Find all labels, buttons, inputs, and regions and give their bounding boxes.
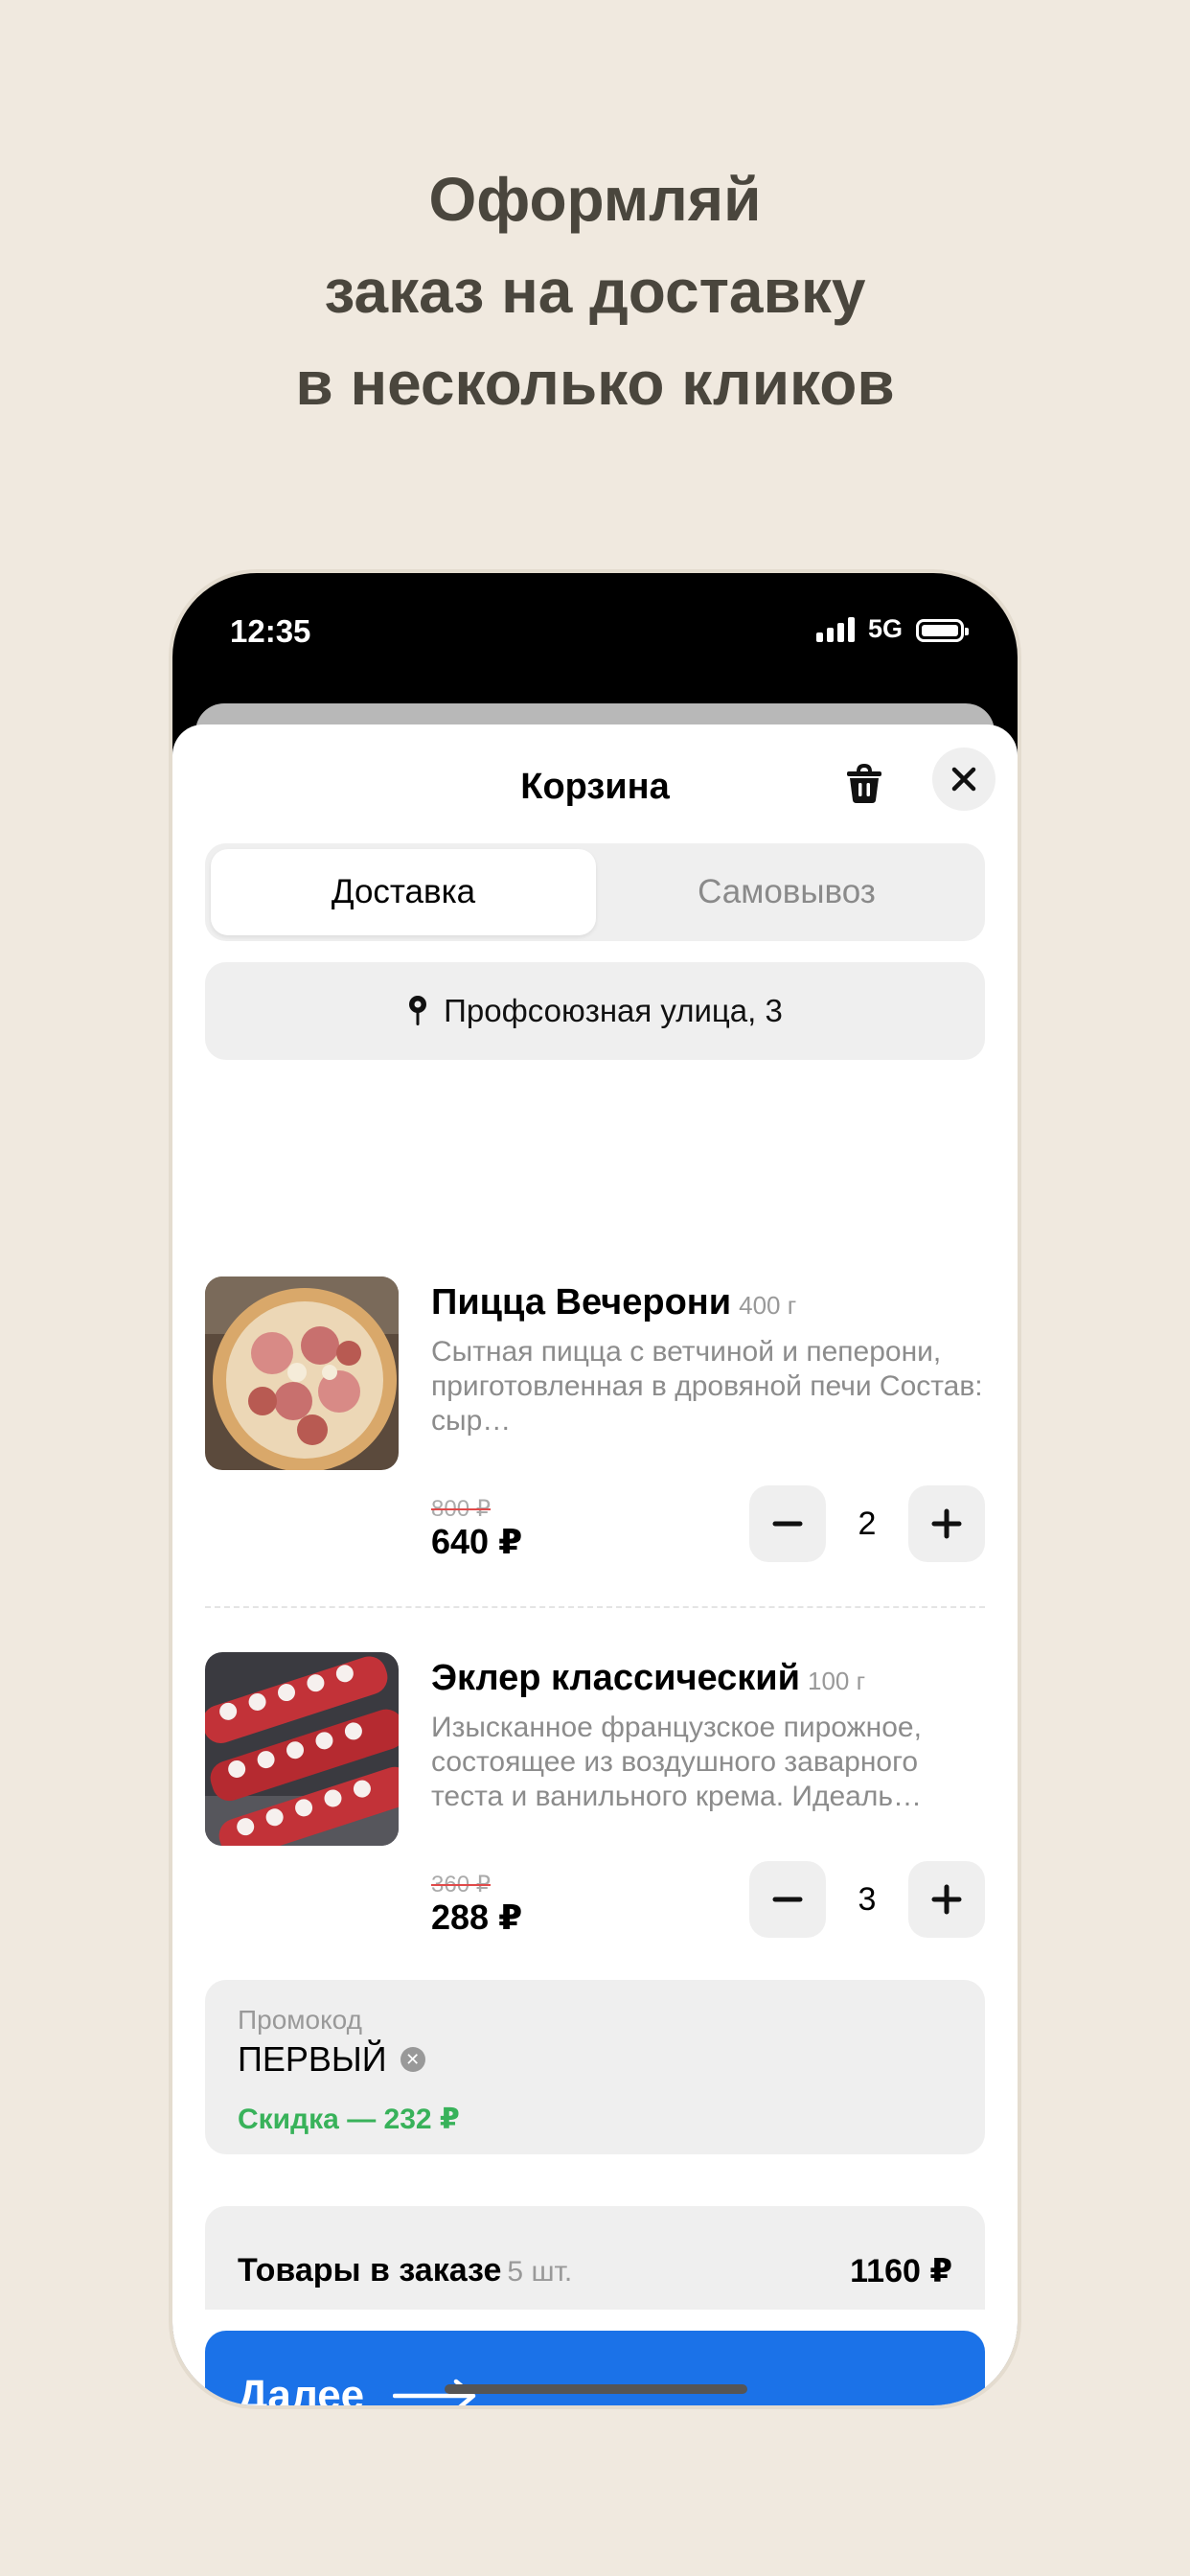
address-text: Профсоюзная улица, 3 <box>444 993 783 1028</box>
address-selector[interactable]: Профсоюзная улица, 3 <box>205 962 985 1060</box>
item-name-line: Пицца Вечерони 400 г <box>431 1282 987 1323</box>
delivery-mode-switch: Доставка Самовывоз <box>205 843 985 941</box>
cart-item: Эклер классический 100 г Изысканное франц… <box>205 1652 985 1978</box>
item-old-price: 360 ₽ <box>431 1872 491 1898</box>
phone-frame: 12:35 5G Корзина Доставка Самовывоз Проф… <box>172 573 1018 2405</box>
close-button[interactable] <box>932 748 995 811</box>
clear-cart-button[interactable] <box>835 755 893 813</box>
headline-line-1: Оформляй <box>428 165 762 234</box>
decrease-quantity-button[interactable] <box>749 1861 826 1938</box>
promo-label: Промокод <box>238 2005 362 2035</box>
item-info: Эклер классический 100 г Изысканное франц… <box>431 1658 987 1814</box>
signal-icon <box>815 615 855 642</box>
eclair-image <box>205 1652 399 1846</box>
bottom-action-bar: Далее <box>172 2310 1018 2405</box>
summary-label: Товары в заказе <box>238 2252 502 2288</box>
next-button[interactable]: Далее <box>205 2331 985 2405</box>
status-icons: 5G <box>815 614 969 643</box>
summary-count: 5 шт. <box>507 2256 573 2288</box>
clear-promo-icon[interactable]: ✕ <box>400 2047 425 2072</box>
summary-row: Товары в заказе 5 шт. <box>238 2252 572 2289</box>
item-quantity: 3 <box>858 1880 877 1918</box>
item-name: Эклер классический <box>431 1658 801 1698</box>
increase-quantity-button[interactable] <box>908 1861 985 1938</box>
promo-discount: Скидка — 232 ₽ <box>238 2104 460 2135</box>
pizza-image <box>205 1276 399 1470</box>
location-pin-icon <box>409 996 427 1025</box>
cart-item: Пицца Вечерони 400 г Сытная пицца с ветчи… <box>205 1276 985 1602</box>
promo-code-block[interactable]: Промокод ПЕРВЫЙ ✕ Скидка — 232 ₽ <box>205 1980 985 2154</box>
trash-icon <box>847 764 881 803</box>
minus-icon <box>772 1897 803 1902</box>
status-time: 12:35 <box>230 613 311 649</box>
increase-quantity-button[interactable] <box>908 1485 985 1562</box>
item-info: Пицца Вечерони 400 г Сытная пицца с ветчи… <box>431 1282 987 1438</box>
summary-total: 1160 ₽ <box>850 2253 952 2289</box>
plus-icon <box>931 1884 962 1915</box>
order-summary: Товары в заказе 5 шт. 1160 ₽ <box>205 2206 985 2321</box>
promo-code-value: ПЕРВЫЙ <box>238 2039 387 2079</box>
headline-line-3: в несколько кликов <box>295 349 895 418</box>
item-quantity: 2 <box>858 1505 877 1542</box>
item-price: 640 ₽ <box>431 1522 523 1561</box>
next-button-label: Далее <box>238 2372 365 2405</box>
battery-icon <box>916 619 969 642</box>
item-price: 288 ₽ <box>431 1898 523 1937</box>
item-divider <box>205 1606 985 1608</box>
item-description: Сытная пицца с ветчиной и пеперони, приг… <box>431 1336 983 1437</box>
item-weight: 100 г <box>808 1667 866 1695</box>
minus-icon <box>772 1521 803 1527</box>
headline-line-2: заказ на доставку <box>324 257 866 326</box>
close-icon <box>951 767 976 792</box>
status-bar: 12:35 5G <box>172 573 1018 688</box>
item-weight: 400 г <box>739 1291 797 1320</box>
item-name-line: Эклер классический 100 г <box>431 1658 987 1699</box>
promo-headline: Оформляй заказ на доставку в несколько к… <box>0 153 1190 429</box>
plus-icon <box>931 1508 962 1539</box>
item-old-price: 800 ₽ <box>431 1496 491 1522</box>
cart-sheet: Корзина Доставка Самовывоз Профсоюзная у… <box>172 724 1018 2405</box>
promo-code-row: ПЕРВЫЙ ✕ <box>238 2039 425 2080</box>
tab-pickup[interactable]: Самовывоз <box>594 849 979 935</box>
network-label: 5G <box>867 614 903 643</box>
item-name: Пицца Вечерони <box>431 1282 732 1322</box>
tab-delivery[interactable]: Доставка <box>211 849 596 935</box>
item-description: Изысканное французское пирожное, состоящ… <box>431 1712 922 1812</box>
decrease-quantity-button[interactable] <box>749 1485 826 1562</box>
home-indicator <box>445 2384 747 2394</box>
